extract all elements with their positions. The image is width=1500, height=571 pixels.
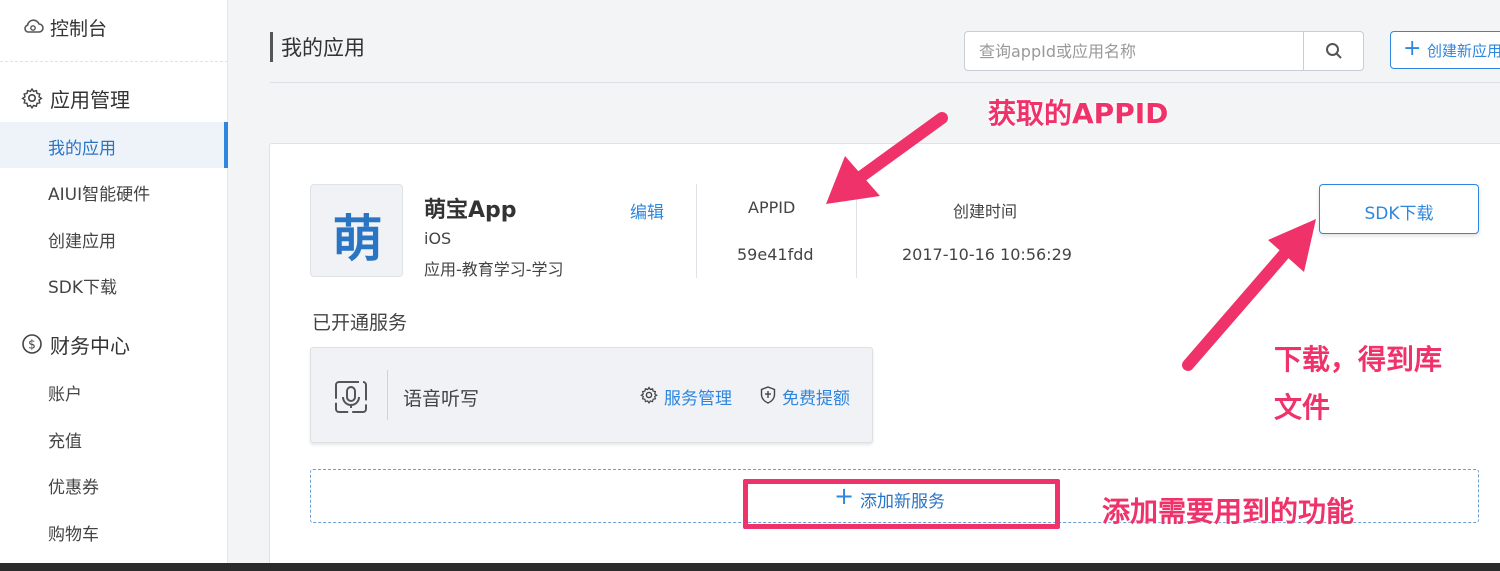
free-quota-label: 免费提额 (782, 389, 850, 409)
app-category: 应用-教育学习-学习 (424, 260, 564, 279)
service-name: 语音听写 (403, 388, 480, 410)
page-title: 我的应用 (281, 36, 365, 60)
sidebar-item-recharge[interactable]: 充值 (0, 415, 228, 461)
create-app-button[interactable]: + 创建新应用 (1390, 31, 1500, 69)
app-name: 萌宝App (424, 198, 517, 223)
annotation-download-note-line1: 下载，得到库 (1274, 343, 1443, 376)
appid-label: APPID (748, 198, 796, 217)
annotation-highlight-box (743, 479, 1060, 529)
sdk-download-button[interactable]: SDK下载 (1319, 184, 1479, 234)
shield-icon (760, 386, 776, 404)
app-platform: iOS (424, 229, 452, 248)
app-icon-glyph: 萌 (332, 210, 383, 268)
cloud-icon (24, 19, 44, 33)
sidebar-item-label: 优惠券 (48, 478, 99, 498)
annotation-appid-note: 获取的APPID (988, 97, 1169, 130)
service-manage-label: 服务管理 (664, 389, 732, 409)
svg-text:$: $ (28, 338, 36, 352)
divider (387, 370, 388, 420)
sidebar-group-finance[interactable]: $ 财务中心 (0, 324, 228, 364)
sidebar-item-label: SDK下载 (48, 278, 118, 298)
sidebar-item-cart[interactable]: 购物车 (0, 508, 228, 554)
search-input[interactable] (965, 32, 1303, 70)
sidebar-item-my-apps[interactable]: 我的应用 (0, 122, 228, 168)
sidebar-item-label: 充值 (48, 432, 82, 452)
page-title-accent (270, 32, 273, 62)
sidebar-item-label: AIUI智能硬件 (48, 185, 151, 205)
sidebar-item-label: 购物车 (48, 525, 99, 545)
sidebar: 控制台 应用管理 我的应用 AIUI智能硬件 创建应用 SDK下载 $ 财务中心… (0, 0, 228, 563)
services-heading: 已开通服务 (312, 312, 408, 334)
sidebar-console-label: 控制台 (50, 18, 108, 40)
appid-value: 59e41fdd (737, 245, 814, 264)
divider (856, 184, 857, 278)
sidebar-group-label: 应用管理 (50, 88, 130, 112)
search-box (964, 31, 1364, 71)
created-time-value: 2017-10-16 10:56:29 (902, 245, 1072, 264)
search-button[interactable] (1303, 32, 1363, 70)
created-time-label: 创建时间 (953, 202, 1018, 221)
gear-icon (640, 386, 658, 404)
sidebar-console-link[interactable]: 控制台 (0, 0, 228, 62)
edit-app-link[interactable]: 编辑 (630, 198, 664, 223)
search-icon (1326, 43, 1342, 59)
header-divider (270, 82, 1500, 83)
sidebar-group-app-management[interactable]: 应用管理 (0, 78, 228, 118)
create-app-label: 创建新应用 (1427, 42, 1500, 60)
gear-icon (21, 87, 43, 109)
annotation-add-service-note: 添加需要用到的功能 (1102, 495, 1355, 528)
annotation-download-note-line2: 文件 (1274, 391, 1331, 424)
sidebar-group-label: 财务中心 (50, 334, 130, 358)
sidebar-item-create-app[interactable]: 创建应用 (0, 215, 228, 261)
dollar-circle-icon: $ (22, 334, 42, 354)
sdk-download-label: SDK下载 (1364, 204, 1434, 224)
sidebar-item-aiui-hardware[interactable]: AIUI智能硬件 (0, 168, 228, 214)
sidebar-item-coupons[interactable]: 优惠券 (0, 461, 228, 507)
sidebar-item-label: 我的应用 (48, 139, 116, 159)
sidebar-item-account[interactable]: 账户 (0, 368, 228, 414)
plus-icon: + (1403, 36, 1422, 61)
voice-dictation-icon (335, 381, 367, 413)
divider (696, 184, 697, 278)
app-frame: 控制台 应用管理 我的应用 AIUI智能硬件 创建应用 SDK下载 $ 财务中心… (0, 0, 1500, 563)
sidebar-item-label: 创建应用 (48, 232, 116, 252)
sidebar-item-sdk-download[interactable]: SDK下载 (0, 261, 228, 307)
app-icon: 萌 (310, 184, 403, 277)
sidebar-item-label: 账户 (48, 385, 82, 405)
